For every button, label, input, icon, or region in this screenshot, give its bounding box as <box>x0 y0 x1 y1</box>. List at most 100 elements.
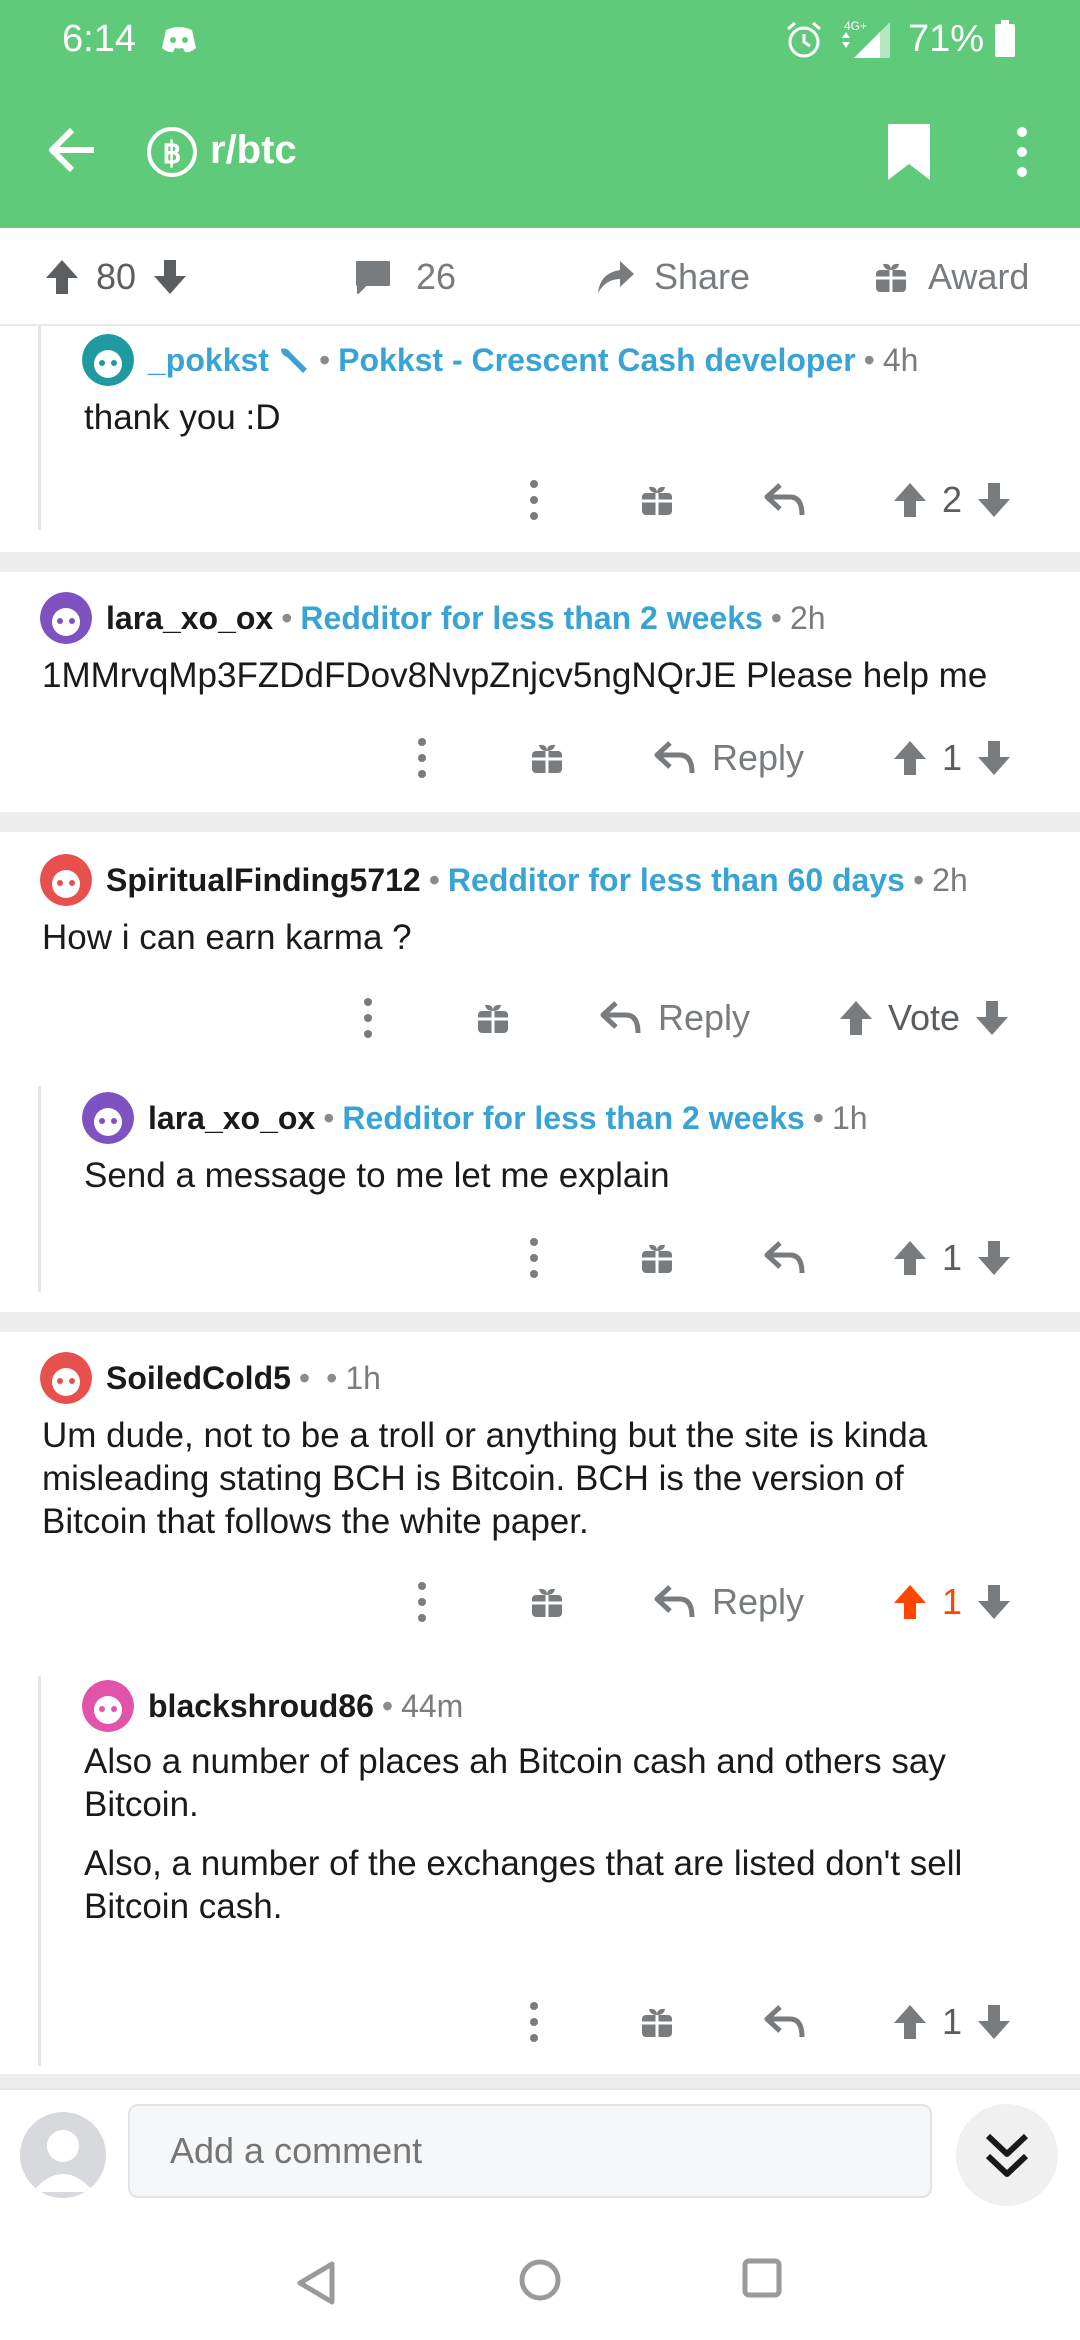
next-comment-button[interactable] <box>956 2104 1058 2206</box>
comment-author[interactable]: SoiledCold5 <box>106 1360 291 1397</box>
comment: lara_xo_ox • Redditor for less than 2 we… <box>0 1072 1080 1312</box>
comment-award-button[interactable] <box>530 728 564 788</box>
post-comments-button[interactable]: 26 <box>354 252 456 302</box>
comment-line: Bitcoin. <box>84 1785 199 1824</box>
reply-icon <box>600 1001 641 1034</box>
reply-label: Reply <box>712 1581 805 1622</box>
comment-vote-group: 1 <box>892 1992 1012 2052</box>
nav-back-icon[interactable] <box>294 2260 340 2306</box>
comment: _pokkst • Pokkst - Crescent Cash develop… <box>0 326 1080 552</box>
back-arrow-icon[interactable] <box>46 124 98 176</box>
comment-author[interactable]: lara_xo_ox <box>106 600 273 637</box>
comment-separator <box>0 1312 1080 1332</box>
more-vertical-icon <box>530 1238 538 1278</box>
comment-line: Bitcoin that follows the white paper. <box>42 1502 589 1541</box>
comment-score: 2 <box>942 479 963 520</box>
avatar[interactable] <box>40 1352 92 1404</box>
downvote-icon[interactable] <box>974 999 1010 1037</box>
comment-author[interactable]: lara_xo_ox <box>148 1100 315 1137</box>
comment-author[interactable]: blackshroud86 <box>148 1688 374 1725</box>
comment-body: 1MMrvqMp3FZDdFDov8NvpZnjcv5ngNQrJE Pleas… <box>42 656 988 695</box>
comment-more-button[interactable] <box>520 470 548 530</box>
comment-reply-button[interactable] <box>764 1228 806 1288</box>
comment-author[interactable]: _pokkst <box>148 342 269 379</box>
avatar[interactable] <box>40 592 92 644</box>
share-button[interactable]: Share <box>596 252 750 302</box>
comment-body: How i can earn karma ? <box>42 918 412 957</box>
avatar[interactable] <box>82 334 134 386</box>
battery-icon <box>995 20 1015 57</box>
comment-award-button[interactable] <box>640 1228 674 1288</box>
add-comment-input[interactable] <box>128 2104 932 2198</box>
subreddit-title[interactable]: r/btc <box>210 128 297 173</box>
comment-more-button[interactable] <box>520 1228 548 1288</box>
user-avatar[interactable] <box>20 2112 106 2198</box>
comment-separator <box>0 2074 1080 2088</box>
comment-reply-button[interactable]: Reply <box>654 728 804 788</box>
comment-reply-button[interactable]: Reply <box>654 1572 804 1632</box>
comment-body: Send a message to me let me explain <box>84 1156 670 1195</box>
upvote-icon[interactable] <box>892 1239 928 1277</box>
more-vertical-icon <box>418 1582 426 1622</box>
comment-score: 1 <box>942 737 963 778</box>
share-icon <box>598 261 634 293</box>
upvote-icon[interactable] <box>892 2003 928 2041</box>
upvote-icon-active[interactable] <box>892 1583 928 1621</box>
reply-icon <box>654 1585 695 1618</box>
comment-actions: 1 <box>0 1992 1080 2052</box>
downvote-icon[interactable] <box>976 2003 1012 2041</box>
comment-body: Um dude, not to be a troll or anything b… <box>42 1414 927 1543</box>
comment-age: 1h <box>345 1359 381 1396</box>
user-flair: Redditor for less than 60 days <box>447 861 905 898</box>
comment-more-button[interactable] <box>408 728 436 788</box>
avatar[interactable] <box>82 1092 134 1144</box>
nav-recents-icon[interactable] <box>742 2258 782 2298</box>
downvote-icon[interactable] <box>976 1239 1012 1277</box>
comment-reply-button[interactable] <box>764 1992 806 2052</box>
more-vertical-icon <box>418 738 426 778</box>
comment-line: Um dude, not to be a troll or anything b… <box>42 1416 928 1455</box>
comment-award-button[interactable] <box>476 988 510 1048</box>
bookmark-icon[interactable] <box>888 124 930 180</box>
upvote-icon[interactable] <box>44 258 80 296</box>
upvote-icon[interactable] <box>892 481 928 519</box>
comment-vote-group: Vote <box>838 988 1010 1048</box>
comment-award-button[interactable] <box>530 1572 564 1632</box>
avatar-placeholder-icon <box>32 2130 94 2192</box>
comment-vote-group: 1 <box>892 728 1012 788</box>
comment-more-button[interactable] <box>408 1572 436 1632</box>
comment-award-button[interactable] <box>640 470 674 530</box>
award-button[interactable]: Award <box>874 252 1029 302</box>
comment-header: SpiritualFinding5712 • Redditor for less… <box>40 854 968 906</box>
comment-line: Also a number of places ah Bitcoin cash … <box>84 1742 946 1781</box>
more-options-icon[interactable] <box>1008 124 1036 180</box>
comment-reply-button[interactable]: Reply <box>600 988 750 1048</box>
comment-author[interactable]: SpiritualFinding5712 <box>106 862 421 899</box>
comment-age: 4h <box>882 341 919 378</box>
nav-home-icon[interactable] <box>518 2258 562 2302</box>
comment-header: _pokkst • Pokkst - Crescent Cash develop… <box>82 334 918 386</box>
avatar[interactable] <box>40 854 92 906</box>
upvote-icon[interactable] <box>838 999 874 1037</box>
avatar[interactable] <box>82 1680 134 1732</box>
more-vertical-icon <box>364 998 372 1038</box>
comment-award-button[interactable] <box>640 1992 674 2052</box>
downvote-icon[interactable] <box>976 1583 1012 1621</box>
comment-header: SoiledCold5 • • 1h <box>40 1352 381 1404</box>
downvote-icon[interactable] <box>976 739 1012 777</box>
downvote-icon[interactable] <box>976 481 1012 519</box>
comment-score: Vote <box>888 997 961 1038</box>
downvote-icon[interactable] <box>152 258 188 296</box>
upvote-icon[interactable] <box>892 739 928 777</box>
comment-more-button[interactable] <box>520 1992 548 2052</box>
comment-score: 1 <box>942 2001 963 2042</box>
comment-header: blackshroud86 • 44m <box>82 1680 463 1732</box>
bitcoin-icon[interactable]: ฿ <box>146 126 198 178</box>
comment-vote-group: 1 <box>892 1572 1012 1632</box>
reply-label: Reply <box>658 997 751 1038</box>
comment-reply-button[interactable] <box>764 470 806 530</box>
user-flair: Redditor for less than 2 weeks <box>342 1099 805 1136</box>
comment-body: Also a number of places ah Bitcoin cash … <box>84 1740 962 1928</box>
comment-more-button[interactable] <box>354 988 382 1048</box>
comment-separator <box>0 552 1080 572</box>
